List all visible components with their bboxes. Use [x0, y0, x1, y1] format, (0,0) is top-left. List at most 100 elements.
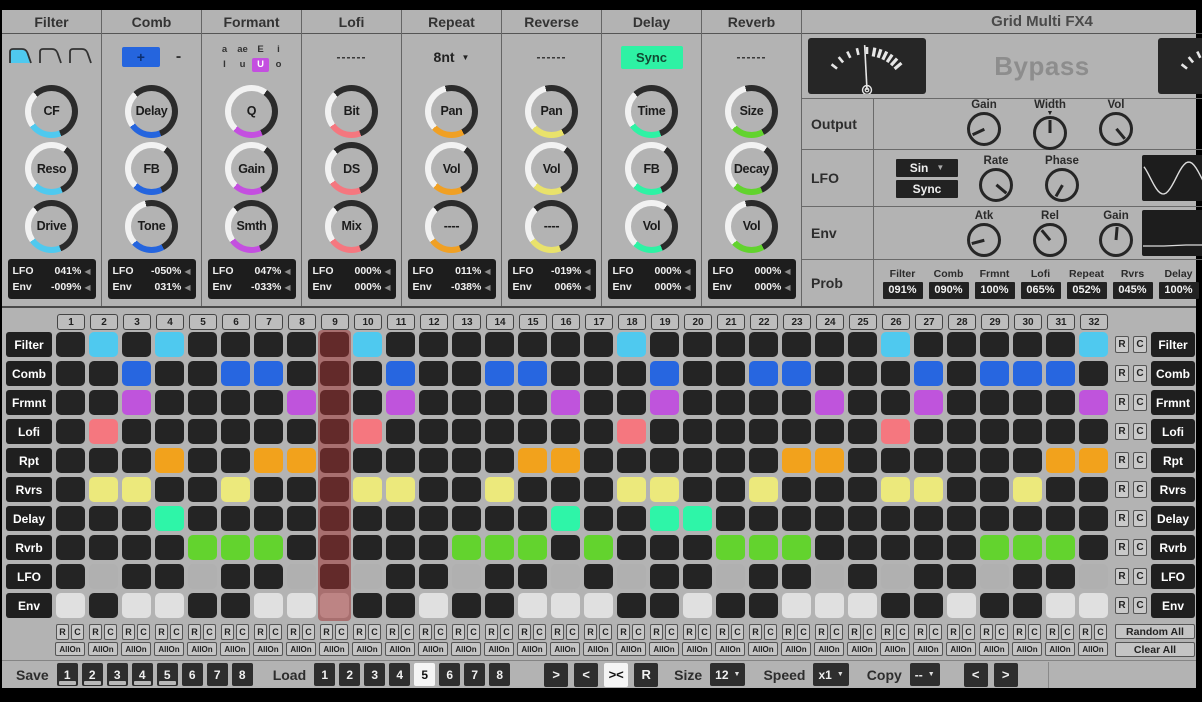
cell-comb-29[interactable]: [980, 361, 1009, 386]
load-slot-4[interactable]: 4: [389, 663, 410, 686]
knob-reverb-vol[interactable]: Vol: [725, 200, 778, 253]
cell-comb-4[interactable]: [155, 361, 184, 386]
cell-rvrs-12[interactable]: [419, 477, 448, 502]
step-number-16[interactable]: 16: [552, 314, 580, 330]
cell-rvrs-31[interactable]: [1046, 477, 1075, 502]
cell-lofi-30[interactable]: [1013, 419, 1042, 444]
cell-comb-18[interactable]: [617, 361, 646, 386]
cell-rvrb-21[interactable]: [716, 535, 745, 560]
cell-delay-30[interactable]: [1013, 506, 1042, 531]
row-label-right-rvrs[interactable]: Rvrs: [1151, 477, 1195, 502]
cell-rvrs-20[interactable]: [683, 477, 712, 502]
cell-delay-22[interactable]: [749, 506, 778, 531]
cell-lofi-5[interactable]: [188, 419, 217, 444]
cell-lofi-9[interactable]: [320, 419, 349, 444]
cell-lfo-25[interactable]: [848, 564, 877, 589]
row-clear-frmnt[interactable]: C: [1133, 394, 1147, 411]
row-random-comb[interactable]: R: [1115, 365, 1129, 382]
col-allon-14[interactable]: AllOn: [484, 642, 514, 656]
cell-filter-4[interactable]: [155, 332, 184, 357]
cell-env-9[interactable]: [320, 593, 349, 618]
cell-filter-18[interactable]: [617, 332, 646, 357]
col-allon-16[interactable]: AllOn: [550, 642, 580, 656]
step-number-24[interactable]: 24: [816, 314, 844, 330]
col-clear-26[interactable]: C: [896, 624, 909, 640]
knob-comb-tone[interactable]: Tone: [125, 200, 178, 253]
cell-rvrs-3[interactable]: [122, 477, 151, 502]
cell-filter-31[interactable]: [1046, 332, 1075, 357]
col-clear-30[interactable]: C: [1028, 624, 1041, 640]
col-allon-32[interactable]: AllOn: [1078, 642, 1108, 656]
col-random-22[interactable]: R: [749, 624, 762, 640]
cell-frmnt-18[interactable]: [617, 390, 646, 415]
cell-env-29[interactable]: [980, 593, 1009, 618]
cell-frmnt-32[interactable]: [1079, 390, 1108, 415]
cell-rpt-15[interactable]: [518, 448, 547, 473]
cell-filter-23[interactable]: [782, 332, 811, 357]
step-number-31[interactable]: 31: [1047, 314, 1075, 330]
cell-rvrs-24[interactable]: [815, 477, 844, 502]
col-random-29[interactable]: R: [980, 624, 993, 640]
row-clear-env[interactable]: C: [1133, 597, 1147, 614]
col-allon-25[interactable]: AllOn: [847, 642, 877, 656]
cell-frmnt-23[interactable]: [782, 390, 811, 415]
row-clear-lfo[interactable]: C: [1133, 568, 1147, 585]
cell-rvrb-15[interactable]: [518, 535, 547, 560]
save-slot-1[interactable]: 1: [57, 663, 78, 686]
cell-frmnt-1[interactable]: [56, 390, 85, 415]
cell-lofi-28[interactable]: [947, 419, 976, 444]
cell-frmnt-29[interactable]: [980, 390, 1009, 415]
cell-frmnt-19[interactable]: [650, 390, 679, 415]
cell-rvrs-16[interactable]: [551, 477, 580, 502]
repeat-rate-dropdown[interactable]: 8nt▼: [434, 49, 470, 65]
row-label-right-env[interactable]: Env: [1151, 593, 1195, 618]
step-number-4[interactable]: 4: [156, 314, 184, 330]
cell-frmnt-26[interactable]: [881, 390, 910, 415]
cell-lofi-17[interactable]: [584, 419, 613, 444]
cell-delay-19[interactable]: [650, 506, 679, 531]
cell-env-5[interactable]: [188, 593, 217, 618]
col-random-13[interactable]: R: [452, 624, 465, 640]
cell-frmnt-24[interactable]: [815, 390, 844, 415]
step-number-25[interactable]: 25: [849, 314, 877, 330]
col-clear-18[interactable]: C: [632, 624, 645, 640]
cell-env-16[interactable]: [551, 593, 580, 618]
step-number-19[interactable]: 19: [651, 314, 679, 330]
knob-repeat-vol[interactable]: Vol: [425, 142, 478, 195]
cell-rvrs-28[interactable]: [947, 477, 976, 502]
knob-filter-drive[interactable]: Drive: [25, 200, 78, 253]
cell-rvrs-32[interactable]: [1079, 477, 1108, 502]
cell-rvrs-1[interactable]: [56, 477, 85, 502]
cell-rpt-24[interactable]: [815, 448, 844, 473]
load-slot-5[interactable]: 5: [414, 663, 435, 686]
cell-rpt-27[interactable]: [914, 448, 943, 473]
cell-rvrb-9[interactable]: [320, 535, 349, 560]
step-number-1[interactable]: 1: [57, 314, 85, 330]
cell-rvrb-26[interactable]: [881, 535, 910, 560]
knob-reverb-size[interactable]: Size: [725, 85, 778, 138]
cell-rvrs-2[interactable]: [89, 477, 118, 502]
comb-minus-button[interactable]: -: [176, 48, 181, 66]
cell-lfo-13[interactable]: [452, 564, 481, 589]
cell-frmnt-3[interactable]: [122, 390, 151, 415]
col-allon-20[interactable]: AllOn: [682, 642, 712, 656]
cell-delay-8[interactable]: [287, 506, 316, 531]
fx-tab-reverb[interactable]: Reverb: [702, 10, 801, 34]
col-random-31[interactable]: R: [1046, 624, 1059, 640]
cell-rpt-32[interactable]: [1079, 448, 1108, 473]
load-slot-1[interactable]: 1: [314, 663, 335, 686]
knob-reverb-decay[interactable]: Decay: [725, 142, 778, 195]
filter-shape-icon[interactable]: [8, 45, 35, 70]
clear-all-button[interactable]: Clear All: [1115, 642, 1195, 657]
cell-lfo-15[interactable]: [518, 564, 547, 589]
fx-tab-repeat[interactable]: Repeat: [402, 10, 501, 34]
filter-lfo-amount[interactable]: LFO041%◀: [13, 265, 91, 277]
step-number-8[interactable]: 8: [288, 314, 316, 330]
step-number-21[interactable]: 21: [717, 314, 745, 330]
cell-comb-8[interactable]: [287, 361, 316, 386]
cell-env-7[interactable]: [254, 593, 283, 618]
cell-rvrs-29[interactable]: [980, 477, 1009, 502]
cell-filter-15[interactable]: [518, 332, 547, 357]
cell-rpt-20[interactable]: [683, 448, 712, 473]
col-clear-10[interactable]: C: [368, 624, 381, 640]
